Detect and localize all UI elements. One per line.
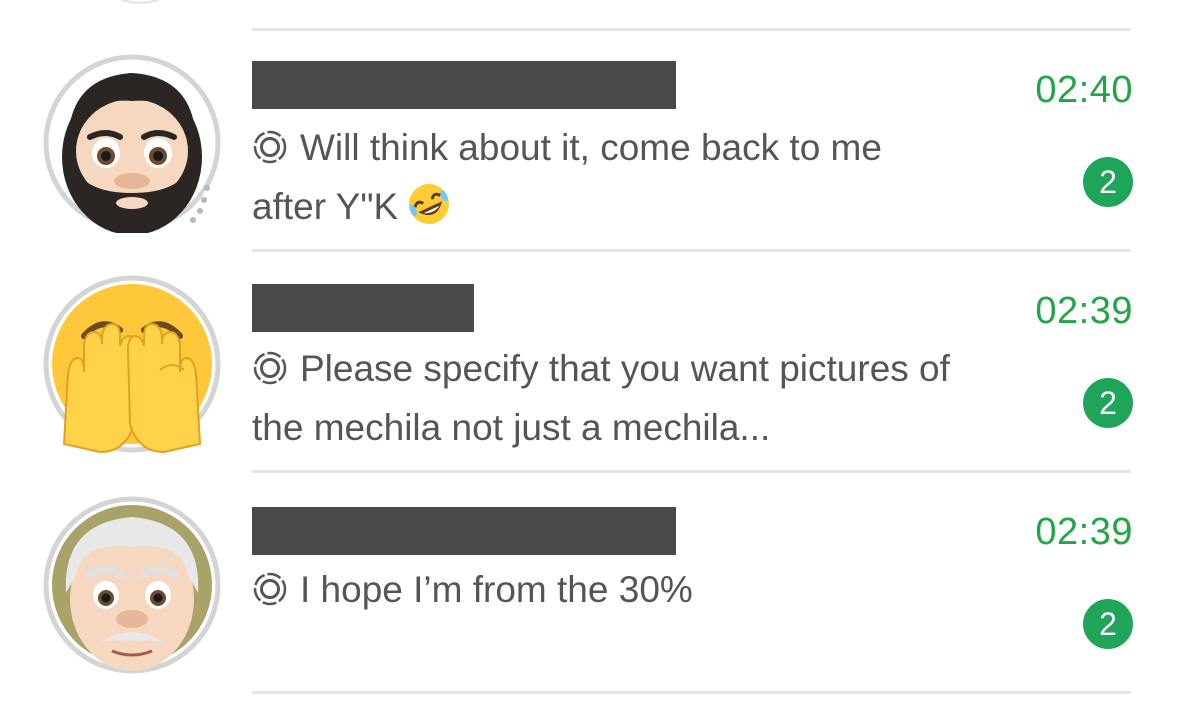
- contact-name-redacted: [252, 61, 676, 109]
- message-preview: I hope I’m from the 30%: [252, 563, 1052, 622]
- contact-name-redacted: [252, 507, 676, 555]
- message-preview: Please specify that you want pictures of…: [252, 342, 1052, 455]
- status-ring-icon: [252, 568, 288, 622]
- message-preview-line1: I hope I’m from the 30%: [300, 569, 693, 610]
- message-preview-line1: Please specify that you want pictures of: [300, 348, 950, 389]
- unread-count-badge: 2: [1083, 157, 1133, 207]
- bearded-man-avatar[interactable]: [42, 53, 222, 233]
- older-man-emoji: [43, 496, 221, 674]
- unread-count-badge: 2: [1083, 599, 1133, 649]
- chat-timestamp: 02:39: [1035, 511, 1133, 553]
- face-with-peeking-eye-emoji: [43, 275, 221, 454]
- chat-timestamp: 02:40: [1035, 69, 1133, 111]
- message-preview: Will think about it, come back to me aft…: [252, 121, 1052, 242]
- message-preview-line2: after Y"K: [252, 186, 399, 227]
- chat-divider: [252, 691, 1131, 694]
- bearded-man-emoji: [43, 54, 221, 233]
- status-ring-icon: [252, 347, 288, 401]
- message-preview-line2: the mechila not just a mechila...: [252, 407, 771, 448]
- contact-name-redacted: [252, 284, 474, 332]
- rolling-on-floor-laughing-emoji: [406, 181, 452, 242]
- older-man-avatar[interactable]: [42, 495, 222, 675]
- chat-row[interactable]: 02:39 2 Please specify that you want pic…: [0, 252, 1179, 472]
- message-preview-line1: Will think about it, come back to me: [300, 127, 882, 168]
- chat-row[interactable]: 02:40 2 Will think about it, come back t…: [0, 31, 1179, 251]
- chat-timestamp: 02:39: [1035, 290, 1133, 332]
- status-ring-icon: [252, 126, 288, 180]
- chat-row[interactable]: 02:39 2 I hope I’m from the 30%: [0, 473, 1179, 693]
- peeking-face-avatar[interactable]: [42, 274, 222, 454]
- unread-count-badge: 2: [1083, 378, 1133, 428]
- previous-chat-avatar-edge[interactable]: [88, 0, 192, 4]
